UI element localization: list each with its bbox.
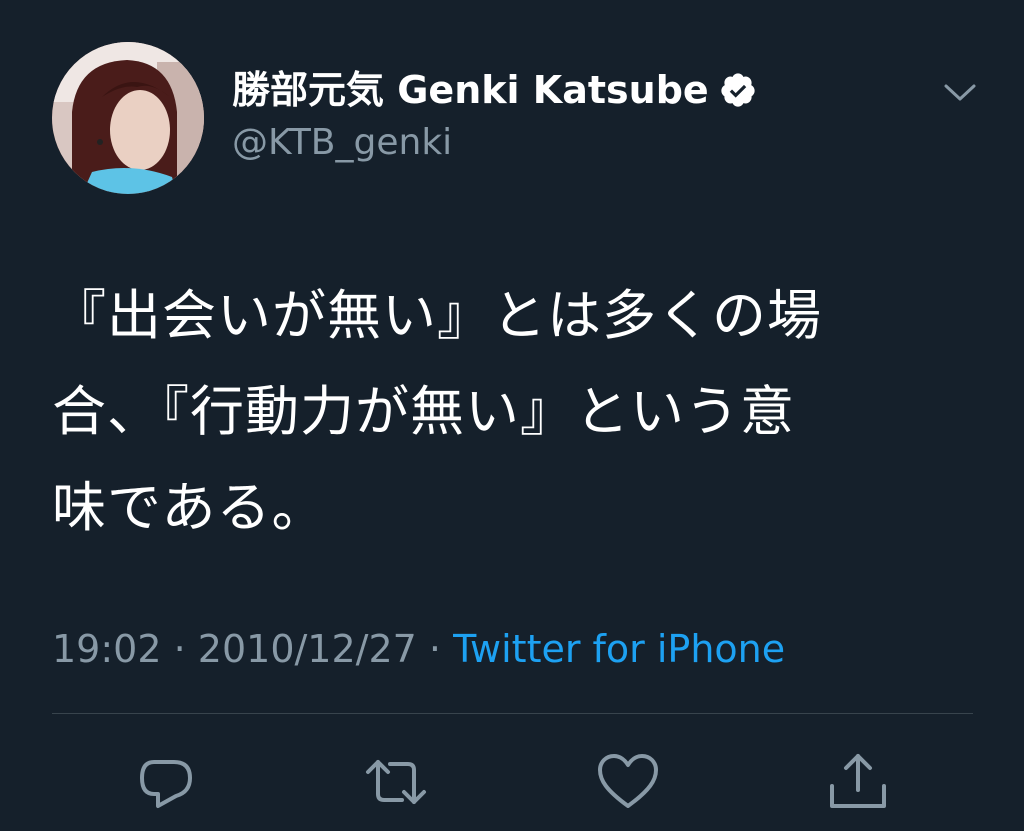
tweet-source-link[interactable]: Twitter for iPhone: [453, 627, 785, 671]
author-handle[interactable]: @KTB_genki: [232, 120, 452, 166]
share-button[interactable]: [826, 750, 890, 814]
chevron-down-icon: [944, 84, 976, 101]
author-display-name[interactable]: 勝部元気 Genki Katsube: [232, 66, 757, 114]
avatar-image: [52, 42, 204, 194]
avatar[interactable]: [52, 42, 204, 194]
tweet-meta: 19:02 · 2010/12/27 · Twitter for iPhone: [52, 624, 785, 674]
more-options-button[interactable]: [938, 72, 982, 112]
tweet-text-line: 味である。: [52, 476, 327, 539]
author-name-text[interactable]: 勝部元気 Genki Katsube: [232, 66, 709, 114]
reply-button[interactable]: [134, 750, 198, 814]
heart-icon: [598, 754, 658, 808]
meta-separator: ·: [173, 627, 186, 671]
retweet-icon: [366, 760, 426, 804]
tweet-time[interactable]: 19:02: [52, 627, 162, 671]
tweet-text: 『出会いが無い』とは多くの場 合、『行動力が無い』という意 味である。: [52, 268, 952, 556]
verified-badge-icon: [721, 73, 755, 107]
like-button[interactable]: [596, 750, 660, 814]
share-icon: [830, 754, 886, 808]
tweet-card: 勝部元気 Genki Katsube @KTB_genki 『出会いが無い』とは…: [0, 0, 1024, 831]
tweet-date[interactable]: 2010/12/27: [198, 627, 417, 671]
tweet-text-line: 合、『行動力が無い』という意: [52, 380, 795, 443]
tweet-text-line: 『出会いが無い』とは多くの場: [52, 284, 822, 347]
reply-icon: [140, 760, 192, 808]
divider: [52, 713, 973, 714]
retweet-button[interactable]: [364, 750, 428, 814]
meta-separator: ·: [428, 627, 442, 671]
